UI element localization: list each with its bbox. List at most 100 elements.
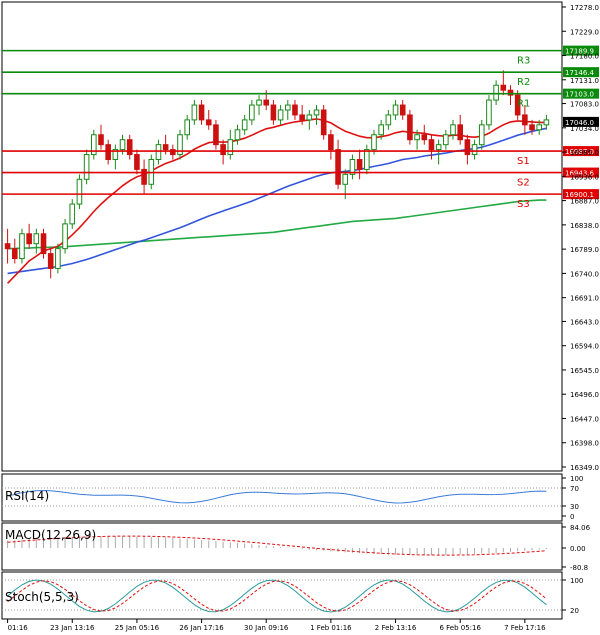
candle-body [19, 233, 25, 260]
price-tick-label: 17034.0 [570, 125, 599, 133]
candle-body [486, 99, 492, 126]
candle-body [292, 104, 298, 116]
candle-body [47, 253, 54, 269]
candle-body [529, 124, 535, 131]
candle-body [205, 119, 212, 126]
candle-body [342, 173, 349, 185]
candle-body [220, 144, 226, 156]
candle-body [443, 134, 449, 146]
candle-body [98, 134, 104, 146]
candle-body [543, 119, 550, 126]
pivot-level-label: S2 [517, 178, 530, 189]
candle-body [320, 109, 327, 136]
stoch-label: Stoch(5,5,3) [5, 590, 79, 604]
price-tick-label: 17278.0 [570, 4, 599, 12]
time-tick-label: 26 Jan 17:16 [179, 624, 224, 632]
macd-tick-label: -80.8 [570, 564, 588, 572]
candle-body [457, 124, 463, 141]
candle-body [162, 144, 169, 151]
rsi-label: RSI(14) [5, 489, 49, 503]
price-tick-label: 16398.0 [570, 440, 599, 448]
pivot-level-label: S1 [517, 156, 530, 167]
candle-body [198, 104, 205, 121]
candle-body [40, 233, 47, 255]
candle-body [392, 104, 399, 116]
candle-body [126, 139, 133, 156]
candle-body [141, 168, 147, 185]
candle-body [277, 109, 284, 121]
candle-body [407, 114, 413, 141]
candle-body [464, 139, 471, 156]
candle-body [378, 124, 384, 136]
candle-body [270, 104, 277, 121]
candle-body [306, 114, 313, 121]
price-tick-label: 16838.0 [570, 222, 599, 230]
candle-body [76, 178, 83, 205]
candle-body [4, 243, 11, 250]
candle-body [335, 149, 341, 185]
price-tick-label: 17229.0 [570, 28, 599, 36]
pivot-level-label: R1 [517, 99, 530, 110]
rsi-pane [1, 473, 563, 522]
candle-body [119, 139, 126, 151]
time-tick-label: 7 Feb 17:16 [504, 624, 546, 632]
macd-label: MACD(12,26,9) [5, 528, 96, 542]
rsi-tick-label: 100 [570, 475, 583, 483]
price-tick-label: 16887.0 [570, 198, 599, 206]
candle-body [256, 99, 262, 106]
price-tick-label: 17131.0 [570, 77, 599, 85]
candle-body [522, 114, 528, 126]
price-tick-label: 16789.0 [570, 246, 599, 254]
price-tick-label: 16545.0 [570, 367, 599, 375]
candle-body [69, 203, 76, 225]
candle-body [263, 99, 270, 106]
pivot-price-tag-text: 17103.0 [565, 91, 594, 99]
price-tick-label: 16594.0 [570, 343, 599, 351]
candle-body [213, 124, 219, 146]
price-tick-label: 16985.0 [570, 149, 599, 157]
candle-body [471, 144, 478, 156]
macd-tick-label: 84.06 [570, 524, 591, 532]
price-tick-label: 17180.0 [570, 53, 599, 61]
candle-body [11, 248, 18, 260]
candle-body [313, 109, 320, 116]
candle-body [493, 84, 499, 101]
time-tick-label: 1 Feb 01:16 [310, 624, 352, 632]
candle-body [421, 134, 428, 141]
candle-body [500, 84, 507, 91]
candle-body [234, 129, 241, 141]
rsi-tick-label: 30 [570, 503, 579, 511]
time-tick-label: 23 Jan 13:16 [50, 624, 95, 632]
candle-body [450, 124, 456, 136]
candle-body [155, 144, 162, 161]
candle-body [435, 144, 442, 151]
rsi-tick-label: 70 [570, 485, 579, 493]
candle-body [356, 159, 363, 170]
stoch-tick-label: 100 [570, 577, 583, 585]
candle-body [83, 154, 90, 180]
candle-body [536, 124, 543, 131]
candle-body [364, 149, 370, 170]
candle-body [399, 104, 406, 116]
candle-body [428, 139, 435, 151]
stoch-tick-label: 20 [570, 607, 579, 615]
rsi-tick-label: 0 [570, 513, 574, 521]
candle-body [26, 233, 32, 245]
candle-body [385, 114, 392, 126]
price-tick-label: 16349.0 [570, 464, 599, 472]
candle-body [241, 119, 248, 131]
price-tick-label: 16447.0 [570, 415, 599, 423]
time-tick-label: 2 Feb 13:16 [375, 624, 417, 632]
time-tick-label: 30 Jan 09:16 [244, 624, 289, 632]
pivot-level-label: S3 [517, 199, 530, 210]
price-tick-label: 16936.0 [570, 173, 599, 181]
candle-body [55, 248, 61, 269]
candle-body [191, 104, 198, 121]
price-tick-label: 16496.0 [570, 391, 599, 399]
candle-body [328, 134, 334, 151]
candle-body [62, 223, 68, 250]
candle-body [134, 154, 140, 170]
time-tick-label: 6 Feb 05:16 [439, 624, 481, 632]
candle-body [184, 119, 190, 136]
price-tick-label: 16691.0 [570, 295, 599, 303]
